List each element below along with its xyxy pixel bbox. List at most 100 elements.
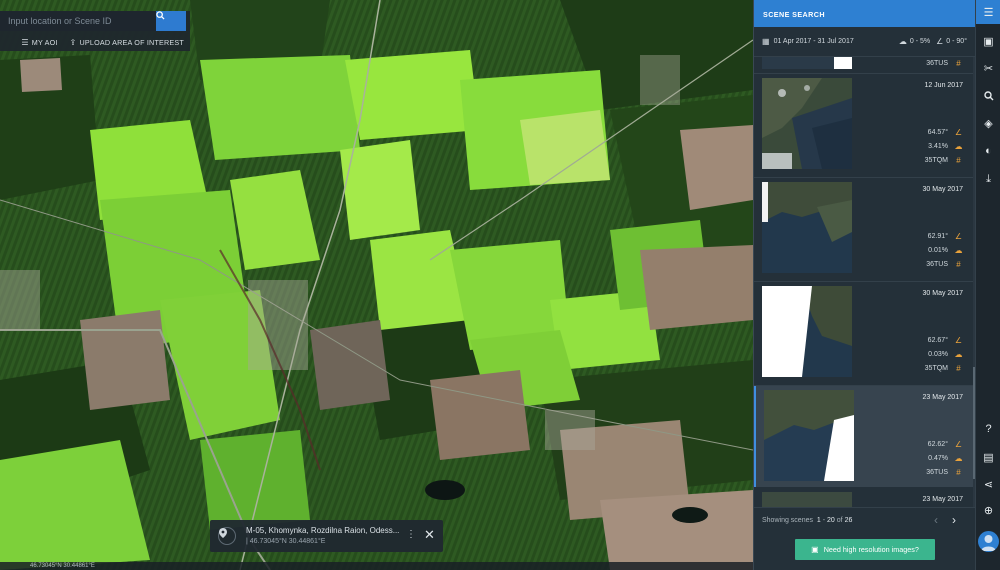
location-card: M-05, Khomynka, Rozdilna Raion, Odess...…	[210, 520, 443, 552]
app-root: ☰ MY AOI ⇪ UPLOAD AREA OF INTEREST M-05,…	[0, 0, 1000, 570]
download-circle-icon[interactable]: ⊕	[976, 498, 1000, 522]
angle-value: 62.91°	[927, 233, 948, 240]
cloud-filter[interactable]: ☁ 0 - 5%	[899, 37, 930, 46]
search-icon	[156, 11, 165, 20]
scene-date: 30 May 2017	[922, 290, 963, 297]
location-coords: | 46.73045°N 30.44861°E	[246, 538, 326, 545]
tools-icon[interactable]: ✂	[976, 56, 1000, 80]
tile-value: 35TQM	[924, 365, 948, 372]
scene-card[interactable]: 12 Jun 2017 64.57° ∠ 3.41% ☁ 35TQM #	[754, 74, 976, 178]
tile-value: 36TUS	[926, 469, 948, 476]
satellite-map[interactable]: ☰ MY AOI ⇪ UPLOAD AREA OF INTEREST M-05,…	[0, 0, 753, 570]
scene-thumbnail	[762, 78, 852, 169]
hires-images-button[interactable]: ▣ Need high resolution images?	[795, 539, 935, 560]
cloud-icon: ☁	[954, 454, 963, 463]
list-icon: ☰	[21, 37, 29, 47]
my-aoi-button[interactable]: ☰ MY AOI	[21, 38, 57, 47]
chat-icon[interactable]: ▤	[976, 445, 1000, 469]
chevron-right-icon[interactable]: ›	[952, 513, 956, 527]
contrast-icon[interactable]: ◐	[976, 139, 1000, 163]
angle-filter[interactable]: ∠ 0 - 90°	[936, 37, 967, 46]
tile-value: 35TQM	[924, 157, 948, 164]
scene-angle-row: 62.91° ∠	[883, 232, 963, 241]
date-range-label: 01 Apr 2017 - 31 Jul 2017	[773, 38, 854, 45]
status-bar: 46.73045°N 30.44861°E	[0, 562, 753, 570]
scene-date: 23 May 2017	[922, 394, 963, 401]
calendar-icon: ▦	[762, 37, 770, 46]
search-icon[interactable]	[976, 84, 1000, 108]
tile-grid-icon: #	[956, 364, 961, 373]
scene-thumbnail	[764, 390, 854, 481]
user-icon[interactable]	[978, 531, 999, 552]
scene-cloud-row: 0.01% ☁	[883, 246, 963, 255]
scene-cloud-row: 3.41% ☁	[883, 142, 963, 151]
scene-cloud-row: 0.03% ☁	[883, 350, 963, 359]
angle-icon: ∠	[954, 336, 963, 345]
panel-toggle-icon[interactable]: ☰	[976, 0, 1000, 24]
share-icon[interactable]: ⋖	[976, 472, 1000, 496]
tile-grid-icon: #	[956, 260, 961, 269]
scene-angle-row: 64.57° ∠	[883, 128, 963, 137]
location-title: M-05, Khomynka, Rozdilna Raion, Odess...	[246, 526, 400, 535]
paging-total: 26	[844, 517, 853, 524]
search-input[interactable]	[0, 11, 156, 31]
paging-from: 1	[816, 517, 821, 524]
download-icon[interactable]: ⤓	[976, 167, 1000, 191]
paging-sep: -	[822, 517, 826, 524]
more-vertical-icon[interactable]: ⋮	[406, 529, 416, 540]
chevron-left-icon[interactable]: ‹	[934, 513, 938, 527]
scene-tile-row: 35TQM #	[883, 364, 963, 373]
paging-to: 20	[827, 517, 835, 524]
scene-tile-row: 35TQM #	[883, 156, 963, 165]
satellite-imagery	[0, 0, 753, 570]
search-box: ☰ MY AOI ⇪ UPLOAD AREA OF INTEREST	[0, 11, 190, 51]
paging-of: of	[836, 517, 843, 524]
tile-grid-icon: #	[956, 156, 961, 165]
cloud-icon: ☁	[954, 142, 963, 151]
scene-card-partial[interactable]: 23 May 2017	[754, 487, 976, 507]
tile-value: 36TUS	[926, 261, 948, 268]
help-icon[interactable]: ?	[976, 417, 1000, 441]
right-toolbar: ☰ ▣ ✂ ◈ ◐ ⤓ ? ▤ ⋖ ⊕	[975, 0, 1000, 570]
angle-icon: ∠	[954, 232, 963, 241]
scene-date: 23 May 2017	[922, 496, 963, 503]
cloud-value: 0.03%	[928, 351, 948, 358]
scene-angle-row: 62.67° ∠	[883, 336, 963, 345]
angle-icon: ∠	[936, 37, 944, 46]
scene-date: 12 Jun 2017	[924, 82, 963, 89]
scene-card[interactable]: 30 May 2017 62.91° ∠ 0.01% ☁ 36TUS #	[754, 178, 976, 282]
panel-title: SCENE SEARCH	[754, 0, 975, 27]
scene-date: 30 May 2017	[922, 186, 963, 193]
upload-aoi-button[interactable]: ⇪ UPLOAD AREA OF INTEREST	[70, 38, 184, 47]
layout-icon[interactable]: ▣	[976, 29, 1000, 53]
angle-value: 64.57°	[927, 129, 948, 136]
paging-prefix: Showing scenes	[762, 517, 813, 524]
search-button[interactable]	[156, 11, 186, 31]
map-pin-icon	[218, 527, 236, 545]
tile-grid-icon: #	[956, 59, 961, 68]
cloud-icon: ☁	[954, 350, 963, 359]
scene-thumbnail	[762, 286, 852, 377]
angle-filter-label: 0 - 90°	[946, 38, 967, 45]
tile-grid-icon: #	[956, 468, 961, 477]
hires-label: Need high resolution images?	[823, 545, 919, 554]
scene-angle-row: 62.62° ∠	[883, 440, 963, 449]
angle-value: 62.62°	[927, 441, 948, 448]
cloud-filter-label: 0 - 5%	[909, 38, 931, 45]
cloud-icon: ☁	[898, 37, 907, 46]
cloud-value: 0.01%	[928, 247, 948, 254]
scene-card-partial[interactable]: 36TUS #	[754, 57, 976, 74]
scene-card-selected[interactable]: 23 May 2017 62.62° ∠ 0.47% ☁ 36TUS #	[754, 386, 976, 487]
date-range-filter[interactable]: ▦ 01 Apr 2017 - 31 Jul 2017	[762, 37, 893, 46]
paging-info: Showing scenes 1 - 20 of 26	[762, 517, 852, 524]
my-aoi-label: MY AOI	[31, 37, 58, 47]
close-icon[interactable]: ✕	[424, 527, 435, 543]
scene-tile-row: 36TUS #	[883, 260, 963, 269]
scene-search-panel: SCENE SEARCH ▦ 01 Apr 2017 - 31 Jul 2017…	[753, 0, 976, 570]
layers-icon[interactable]: ◈	[976, 111, 1000, 135]
upload-icon: ⇪	[69, 37, 77, 47]
filter-bar: ▦ 01 Apr 2017 - 31 Jul 2017 ☁ 0 - 5% ∠ 0…	[754, 27, 975, 57]
panel-footer: Showing scenes 1 - 20 of 26 ‹ › ▣ Need h…	[754, 507, 976, 570]
scene-card[interactable]: 30 May 2017 62.67° ∠ 0.03% ☁ 35TQM #	[754, 282, 976, 386]
scene-thumbnail	[762, 492, 852, 507]
